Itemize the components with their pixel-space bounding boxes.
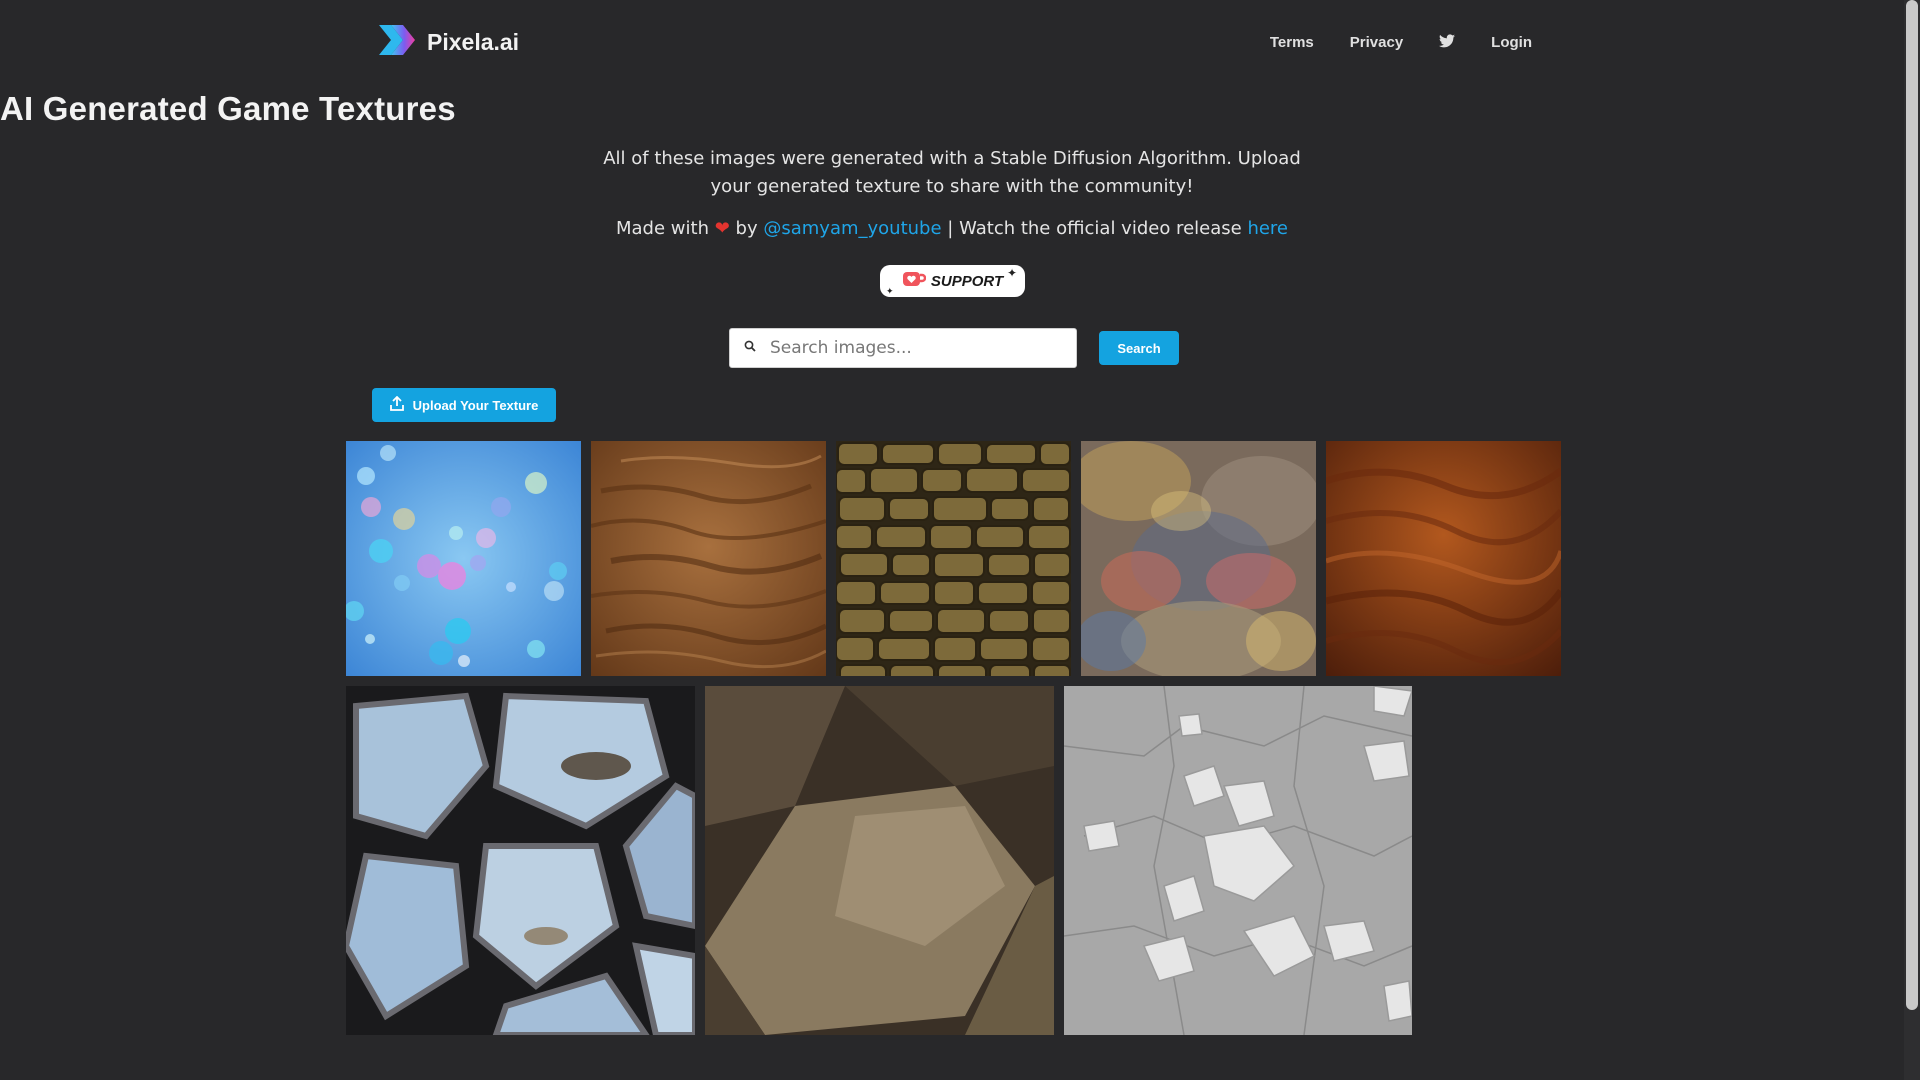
nav-terms[interactable]: Terms xyxy=(1270,34,1314,51)
page-title: AI Generated Game Textures xyxy=(0,90,456,127)
credits-by: by xyxy=(735,218,758,239)
header: Pixela.ai Terms Privacy Login xyxy=(377,22,1532,62)
red-wood-texture-image xyxy=(1326,441,1561,676)
credits-separator: | Watch the official video release xyxy=(947,218,1242,239)
search-button[interactable]: Search xyxy=(1099,331,1179,365)
heart-icon: ❤ xyxy=(714,218,730,239)
sparkle-icon: ✦ xyxy=(1006,266,1017,280)
search-input[interactable] xyxy=(770,338,1050,358)
rock-texture-image xyxy=(705,686,1054,1035)
scrollbar-thumb[interactable] xyxy=(1906,0,1918,1010)
credits-prefix: Made with xyxy=(616,218,709,239)
stone-wall-texture-image xyxy=(836,441,1071,676)
gallery-item-red-wood[interactable] xyxy=(1326,441,1561,676)
gallery-item-bubbles[interactable] xyxy=(346,441,581,676)
support-button[interactable]: ✦ ✦ SUPPORT xyxy=(880,265,1025,297)
twitter-icon[interactable] xyxy=(1439,34,1456,50)
gallery-item-crystal-cells[interactable] xyxy=(346,686,695,1035)
gallery-item-snow-rocks[interactable] xyxy=(1064,686,1412,1035)
top-nav: Terms Privacy Login xyxy=(1270,34,1532,51)
video-link[interactable]: here xyxy=(1247,218,1288,239)
gallery-item-iridescent[interactable] xyxy=(1081,441,1316,676)
upload-icon xyxy=(389,395,404,414)
crystal-cells-texture-image xyxy=(346,686,695,1035)
credits-line: Made with ❤ by @samyam_youtube | Watch t… xyxy=(0,218,1904,239)
upload-texture-button[interactable]: Upload Your Texture xyxy=(372,388,556,422)
brand-name: Pixela.ai xyxy=(427,28,520,55)
logo-icon xyxy=(377,21,419,64)
support-label: SUPPORT xyxy=(930,272,1004,290)
gallery-item-rock[interactable] xyxy=(705,686,1054,1035)
search-icon xyxy=(744,339,756,357)
upload-label: Upload Your Texture xyxy=(412,397,539,413)
nav-login[interactable]: Login xyxy=(1491,34,1532,51)
iridescent-texture-image xyxy=(1081,441,1316,676)
snow-rocks-texture-image xyxy=(1064,686,1412,1035)
cup-heart-icon xyxy=(902,270,927,292)
search-field[interactable] xyxy=(729,328,1077,368)
author-link[interactable]: @samyam_youtube xyxy=(763,218,941,239)
bubbles-texture-image xyxy=(346,441,581,676)
nav-privacy[interactable]: Privacy xyxy=(1350,34,1403,51)
gallery-item-wood-grain[interactable] xyxy=(591,441,826,676)
brand-logo-link[interactable]: Pixela.ai xyxy=(377,21,519,64)
scrollbar[interactable] xyxy=(1904,0,1920,1080)
sparkle-icon: ✦ xyxy=(886,286,894,296)
page-description: All of these images were generated with … xyxy=(603,148,1301,197)
wood-grain-texture-image xyxy=(591,441,826,676)
gallery-item-stone-wall[interactable] xyxy=(836,441,1071,676)
